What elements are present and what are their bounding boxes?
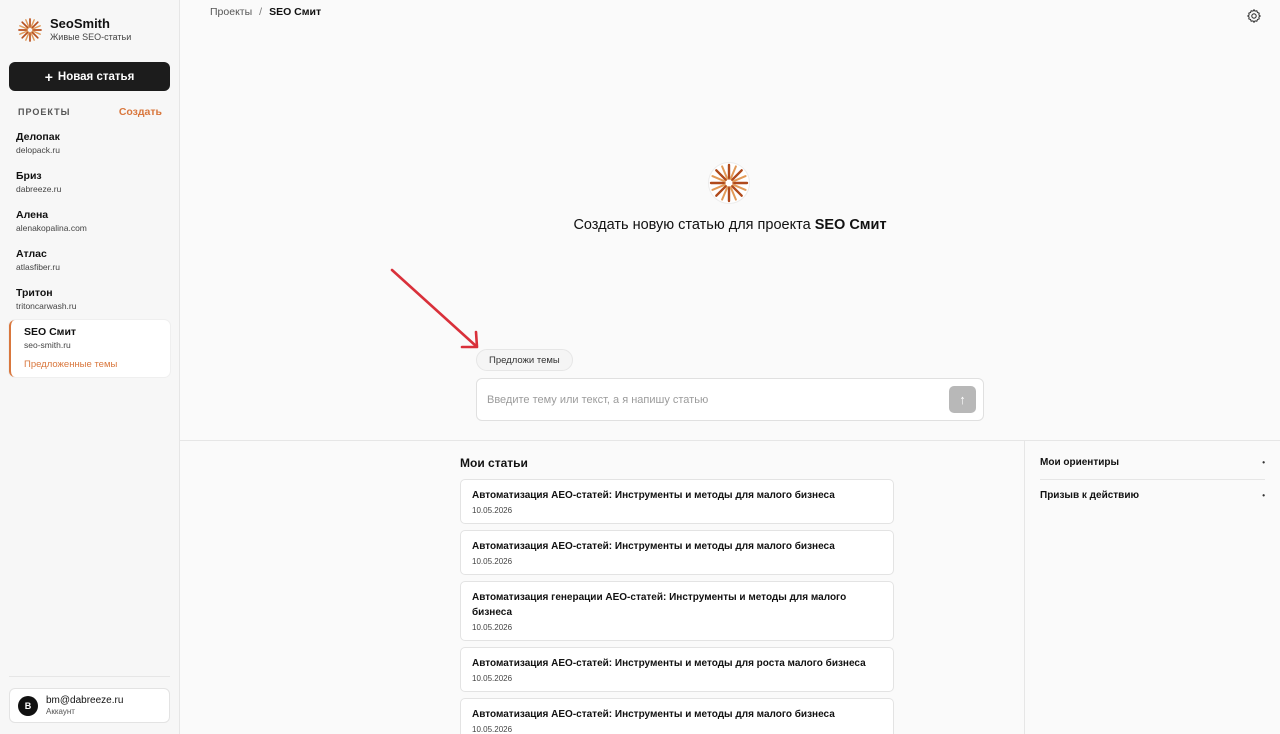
my-benchmarks-toggle[interactable]: Мои ориентиры • (1040, 446, 1265, 479)
sunburst-logo-icon (18, 17, 42, 42)
sidebar: SeoSmith Живые SEO-статьи + Новая статья… (0, 0, 180, 734)
article-title: Автоматизация генерации AEO-статей: Инст… (472, 592, 847, 618)
article-title: Автоматизация AEO-статей: Инструменты и … (472, 541, 835, 552)
hero-title-prefix: Создать новую статью для проекта (573, 217, 811, 233)
article-date: 10.05.2026 (472, 674, 513, 683)
project-name: Делопак (16, 131, 60, 143)
article-title: Автоматизация AEO-статей: Инструменты и … (472, 490, 835, 501)
article-date: 10.05.2026 (472, 557, 513, 566)
sunburst-logo-icon (708, 162, 750, 204)
project-item-active[interactable]: SEO Смит seo-smith.ru Предложенные темы (9, 320, 170, 377)
suggested-topics-link[interactable]: Предложенные темы (24, 359, 157, 370)
new-article-label: Новая статья (57, 70, 135, 83)
article-card[interactable]: Автоматизация генерации AEO-статей: Инст… (460, 581, 894, 641)
project-item[interactable]: Тритон tritoncarwash.ru (9, 281, 170, 320)
section-divider (180, 440, 1280, 441)
project-item[interactable]: Алена alenakopalina.com (9, 203, 170, 242)
breadcrumb-current: SEO Смит (269, 6, 322, 18)
project-item[interactable]: Атлас atlasfiber.ru (9, 242, 170, 281)
article-date: 10.05.2026 (472, 623, 513, 632)
project-domain: seo-smith.ru (24, 340, 71, 350)
red-arrow-annotation (390, 268, 479, 349)
project-domain: dabreeze.ru (16, 184, 62, 194)
breadcrumb-projects-link[interactable]: Проекты (210, 6, 252, 18)
project-name: Алена (16, 209, 49, 221)
project-item[interactable]: Делопак delopack.ru (9, 125, 170, 164)
account-email: bm@dabreeze.ru (46, 694, 124, 706)
project-item[interactable]: Бриз dabreeze.ru (9, 164, 170, 203)
panel-divider (1024, 441, 1025, 734)
article-card[interactable]: Автоматизация AEO-статей: Инструменты и … (460, 530, 894, 575)
project-domain: atlasfiber.ru (16, 262, 60, 272)
projects-header: ПРОЕКТЫ Создать (18, 106, 162, 118)
article-date: 10.05.2026 (472, 506, 513, 515)
topic-input[interactable] (487, 389, 937, 411)
call-to-action-toggle[interactable]: Призыв к действию • (1040, 479, 1265, 512)
project-list: Делопак delopack.ru Бриз dabreeze.ru Але… (9, 125, 170, 377)
project-name: Тритон (16, 287, 53, 299)
brand-name: SeoSmith (50, 16, 110, 31)
brand[interactable]: SeoSmith Живые SEO-статьи (18, 16, 131, 43)
project-domain: alenakopalina.com (16, 223, 87, 233)
dot-icon: • (1262, 491, 1265, 500)
project-domain: delopack.ru (16, 145, 60, 155)
side-item-label: Мои ориентиры (1040, 457, 1120, 468)
send-button[interactable]: ↑ (949, 386, 976, 413)
account-label: Аккаунт (46, 706, 75, 716)
article-card[interactable]: Автоматизация AEO-статей: Инструменты и … (460, 479, 894, 524)
project-name: SEO Смит (24, 326, 77, 338)
project-name: Бриз (16, 170, 42, 182)
articles-title: Мои статьи (460, 456, 528, 470)
suggest-topics-button[interactable]: Предложи темы (476, 349, 573, 371)
side-item-label: Призыв к действию (1040, 490, 1140, 501)
prompt-box: ↑ (476, 378, 984, 421)
sidebar-divider (9, 676, 170, 677)
project-domain: tritoncarwash.ru (16, 301, 77, 311)
hero-title-project: SEO Смит (814, 217, 887, 233)
dot-icon: • (1262, 458, 1265, 467)
breadcrumb-separator: / (259, 6, 263, 18)
new-article-button[interactable]: + Новая статья (9, 62, 170, 91)
project-name: Атлас (16, 248, 47, 260)
arrow-up-icon: ↑ (959, 392, 966, 407)
create-project-button[interactable]: Создать (119, 106, 162, 118)
breadcrumb: Проекты / SEO Смит (210, 6, 321, 18)
article-title: Автоматизация AEO-статей: Инструменты и … (472, 658, 866, 669)
brand-subtitle: Живые SEO-статьи (50, 32, 132, 42)
article-date: 10.05.2026 (472, 725, 513, 734)
avatar: B (18, 695, 38, 716)
account-button[interactable]: B bm@dabreeze.ru Аккаунт (9, 688, 170, 723)
gear-icon[interactable] (1246, 8, 1262, 24)
plus-icon: + (44, 68, 53, 85)
article-card[interactable]: Автоматизация AEO-статей: Инструменты и … (460, 647, 894, 692)
projects-title: ПРОЕКТЫ (18, 107, 71, 117)
hero-title: Создать новую статью для проекта SEO Сми… (180, 217, 1280, 233)
article-card[interactable]: Автоматизация AEO-статей: Инструменты и … (460, 698, 894, 734)
article-title: Автоматизация AEO-статей: Инструменты и … (472, 709, 835, 720)
